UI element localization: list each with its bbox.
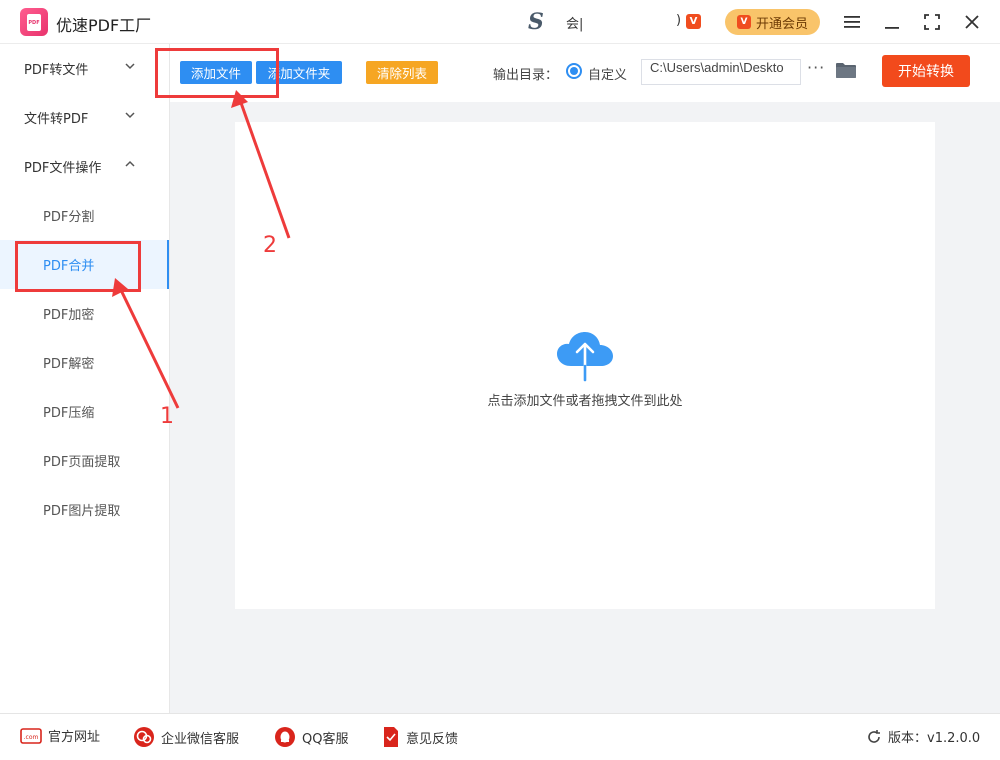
drop-hint-text: 点击添加文件或者拖拽文件到此处 (487, 394, 683, 409)
qq-icon (275, 727, 295, 747)
sidebar-group-pdf-operations[interactable]: PDF文件操作 (0, 142, 169, 190)
chevron-down-icon (125, 63, 135, 70)
feedback-icon (384, 727, 398, 747)
refresh-icon[interactable] (866, 729, 882, 745)
close-icon (965, 15, 979, 29)
sidebar-group-label: PDF文件操作 (24, 160, 102, 176)
maximize-button[interactable] (920, 10, 944, 34)
svg-text:.com: .com (24, 734, 39, 741)
pdf-logo-icon (20, 8, 48, 36)
open-vip-button[interactable]: V 开通会员 (725, 9, 820, 35)
annotation-box-pdf-merge (15, 241, 141, 292)
menu-icon (844, 16, 860, 28)
cloud-upload-icon (557, 332, 613, 382)
toolbar: 添加文件 添加文件夹 清除列表 输出目录： 自定义 C:\Users\admin… (170, 44, 1000, 102)
qq-service-link[interactable]: QQ客服 (274, 726, 348, 748)
official-website-label: 官方网址 (48, 730, 101, 745)
close-button[interactable] (960, 10, 984, 34)
open-folder-button[interactable] (836, 62, 856, 82)
start-convert-button[interactable]: 开始转换 (882, 55, 970, 87)
sidebar-group-label: PDF转文件 (24, 62, 89, 78)
vip-icon: V (736, 15, 751, 29)
output-path-field[interactable]: C:\Users\admin\Deskto (641, 59, 801, 85)
vip-badge-icon: V (686, 14, 701, 29)
sidebar-item-pdf-split[interactable]: PDF分割 (0, 191, 169, 240)
file-drop-area[interactable]: 点击添加文件或者拖拽文件到此处 (235, 122, 935, 609)
clear-list-button[interactable]: 清除列表 (366, 61, 438, 84)
maximize-icon (924, 14, 940, 30)
sidebar: PDF转文件 文件转PDF PDF文件操作 PDF分割 PDF合并 PDF加密 … (0, 44, 170, 713)
output-dir-label: 输出目录： (493, 68, 559, 83)
sidebar-group-label: 文件转PDF (24, 111, 89, 127)
feedback-label: 意见反馈 (406, 731, 459, 747)
annotation-box-add-file (155, 48, 279, 98)
qq-service-label: QQ客服 (302, 731, 349, 747)
browse-more-button[interactable]: ··· (807, 58, 825, 77)
sidebar-item-pdf-compress[interactable]: PDF压缩 (0, 387, 169, 436)
user-avatar-icon: S (528, 9, 544, 35)
web-icon: .com (20, 727, 42, 744)
sidebar-group-file-to-pdf[interactable]: 文件转PDF (0, 93, 169, 141)
sidebar-item-pdf-image-extract[interactable]: PDF图片提取 (0, 485, 169, 534)
version-info: 版本：v1.2.0.0 (866, 727, 980, 746)
official-website-link[interactable]: .com 官方网址 (20, 726, 100, 745)
sidebar-item-pdf-encrypt[interactable]: PDF加密 (0, 289, 169, 338)
sidebar-item-pdf-page-extract[interactable]: PDF页面提取 (0, 436, 169, 485)
feedback-link[interactable]: 意见反馈 (382, 726, 458, 748)
chevron-down-icon (125, 112, 135, 119)
wechat-service-label: 企业微信客服 (161, 731, 240, 747)
wechat-icon (134, 727, 154, 747)
user-name: 会| (566, 17, 584, 32)
chevron-up-icon (125, 160, 135, 167)
folder-icon (836, 63, 856, 78)
sidebar-item-pdf-decrypt[interactable]: PDF解密 (0, 338, 169, 387)
open-vip-label: 开通会员 (755, 16, 808, 32)
version-label: 版本：v1.2.0.0 (888, 731, 981, 746)
minimize-button[interactable] (880, 10, 904, 34)
annotation-number-2: 2 (263, 233, 277, 258)
user-name-suffix: ) (676, 13, 682, 28)
footer: .com 官方网址 企业微信客服 QQ客服 意见反馈 版本：v1.2.0.0 (0, 713, 1000, 760)
custom-dir-label: 自定义 (588, 68, 628, 83)
menu-button[interactable] (840, 10, 864, 34)
sidebar-group-pdf-to-file[interactable]: PDF转文件 (0, 44, 169, 92)
app-title: 优速PDF工厂 (56, 16, 152, 35)
minimize-icon (885, 27, 899, 29)
custom-dir-radio[interactable] (566, 63, 582, 79)
wechat-service-link[interactable]: 企业微信客服 (133, 726, 239, 748)
title-bar: 优速PDF工厂 S 会| ) V V 开通会员 (0, 0, 1000, 44)
annotation-number-1: 1 (160, 404, 174, 429)
